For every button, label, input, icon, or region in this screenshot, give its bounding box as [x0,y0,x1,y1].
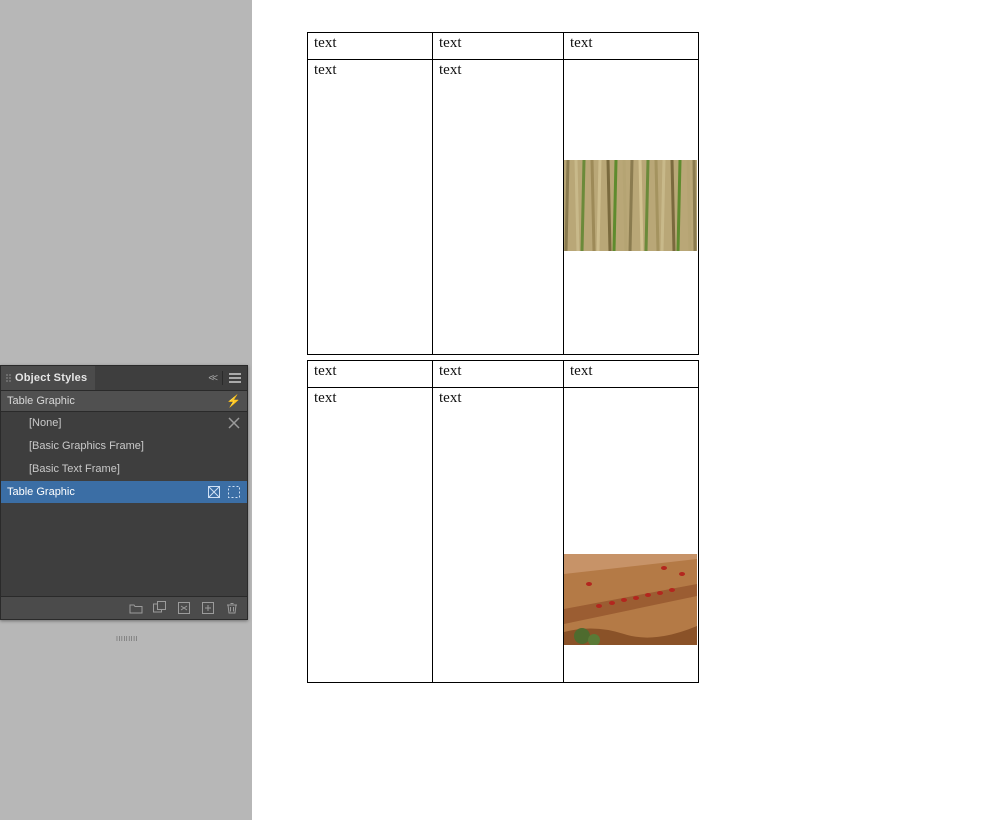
table-cell[interactable]: text [308,388,433,683]
table-cell[interactable]: text [433,388,564,683]
table-row[interactable]: text text [308,60,699,355]
current-style-name: Table Graphic [7,395,75,407]
table-row[interactable]: text text [308,388,699,683]
table-cell[interactable]: text [433,361,564,388]
new-style-icon[interactable] [201,601,215,615]
folder-icon[interactable] [129,601,143,615]
trash-icon[interactable] [225,601,239,615]
document-table-2[interactable]: text text text text text [307,360,699,683]
document-canvas[interactable]: text text text text text [252,0,999,820]
table-cell[interactable]: text [308,361,433,388]
panel-footer [1,596,247,619]
table-row[interactable]: text text text [308,33,699,60]
style-label: [Basic Text Frame] [29,463,241,475]
document-table-1[interactable]: text text text text text [307,32,699,355]
style-label: [None] [29,417,227,429]
table-cell-graphic[interactable] [564,60,699,355]
style-label: Table Graphic [7,486,207,498]
style-label: [Basic Graphics Frame] [29,440,241,452]
style-list: [None] [Basic Graphics Frame] [Basic Tex… [1,412,247,596]
style-row-basic-graphics-frame[interactable]: [Basic Graphics Frame] [1,435,247,458]
panel-title: Object Styles [15,372,87,384]
table-cell[interactable]: text [433,60,564,355]
table-cell[interactable]: text [564,361,699,388]
style-list-empty-area [1,504,247,596]
gripper-icon [5,373,11,383]
placed-image-reeds[interactable] [564,160,697,251]
panel-header: Object Styles << [1,366,247,391]
collapse-panel-icon[interactable]: << [208,373,216,384]
divider [222,371,223,385]
table-cell[interactable]: text [564,33,699,60]
default-text-style-icon[interactable] [227,485,241,499]
style-row-none[interactable]: [None] [1,412,247,435]
table-cell-graphic[interactable] [564,388,699,683]
table-row[interactable]: text text text [308,361,699,388]
style-row-table-graphic[interactable]: Table Graphic [1,481,247,504]
table-cell[interactable]: text [433,33,564,60]
object-styles-panel: Object Styles << Table Graphic ⚡ [None] … [0,365,248,620]
style-row-basic-text-frame[interactable]: [Basic Text Frame] [1,458,247,481]
clear-override-icon[interactable] [177,601,191,615]
panel-current-style-row: Table Graphic ⚡ [1,391,247,412]
new-style-group-icon[interactable] [153,601,167,615]
table-cell[interactable]: text [308,33,433,60]
quick-apply-icon[interactable]: ⚡ [226,394,241,408]
cross-tools-icon [227,416,241,430]
panel-tab-object-styles[interactable]: Object Styles [1,366,95,390]
default-graphic-style-icon[interactable] [207,485,221,499]
ruler-marks: IIIIIIIII [116,636,138,643]
panel-menu-icon[interactable] [229,373,241,383]
table-cell[interactable]: text [308,60,433,355]
placed-image-cliff[interactable] [564,554,697,645]
